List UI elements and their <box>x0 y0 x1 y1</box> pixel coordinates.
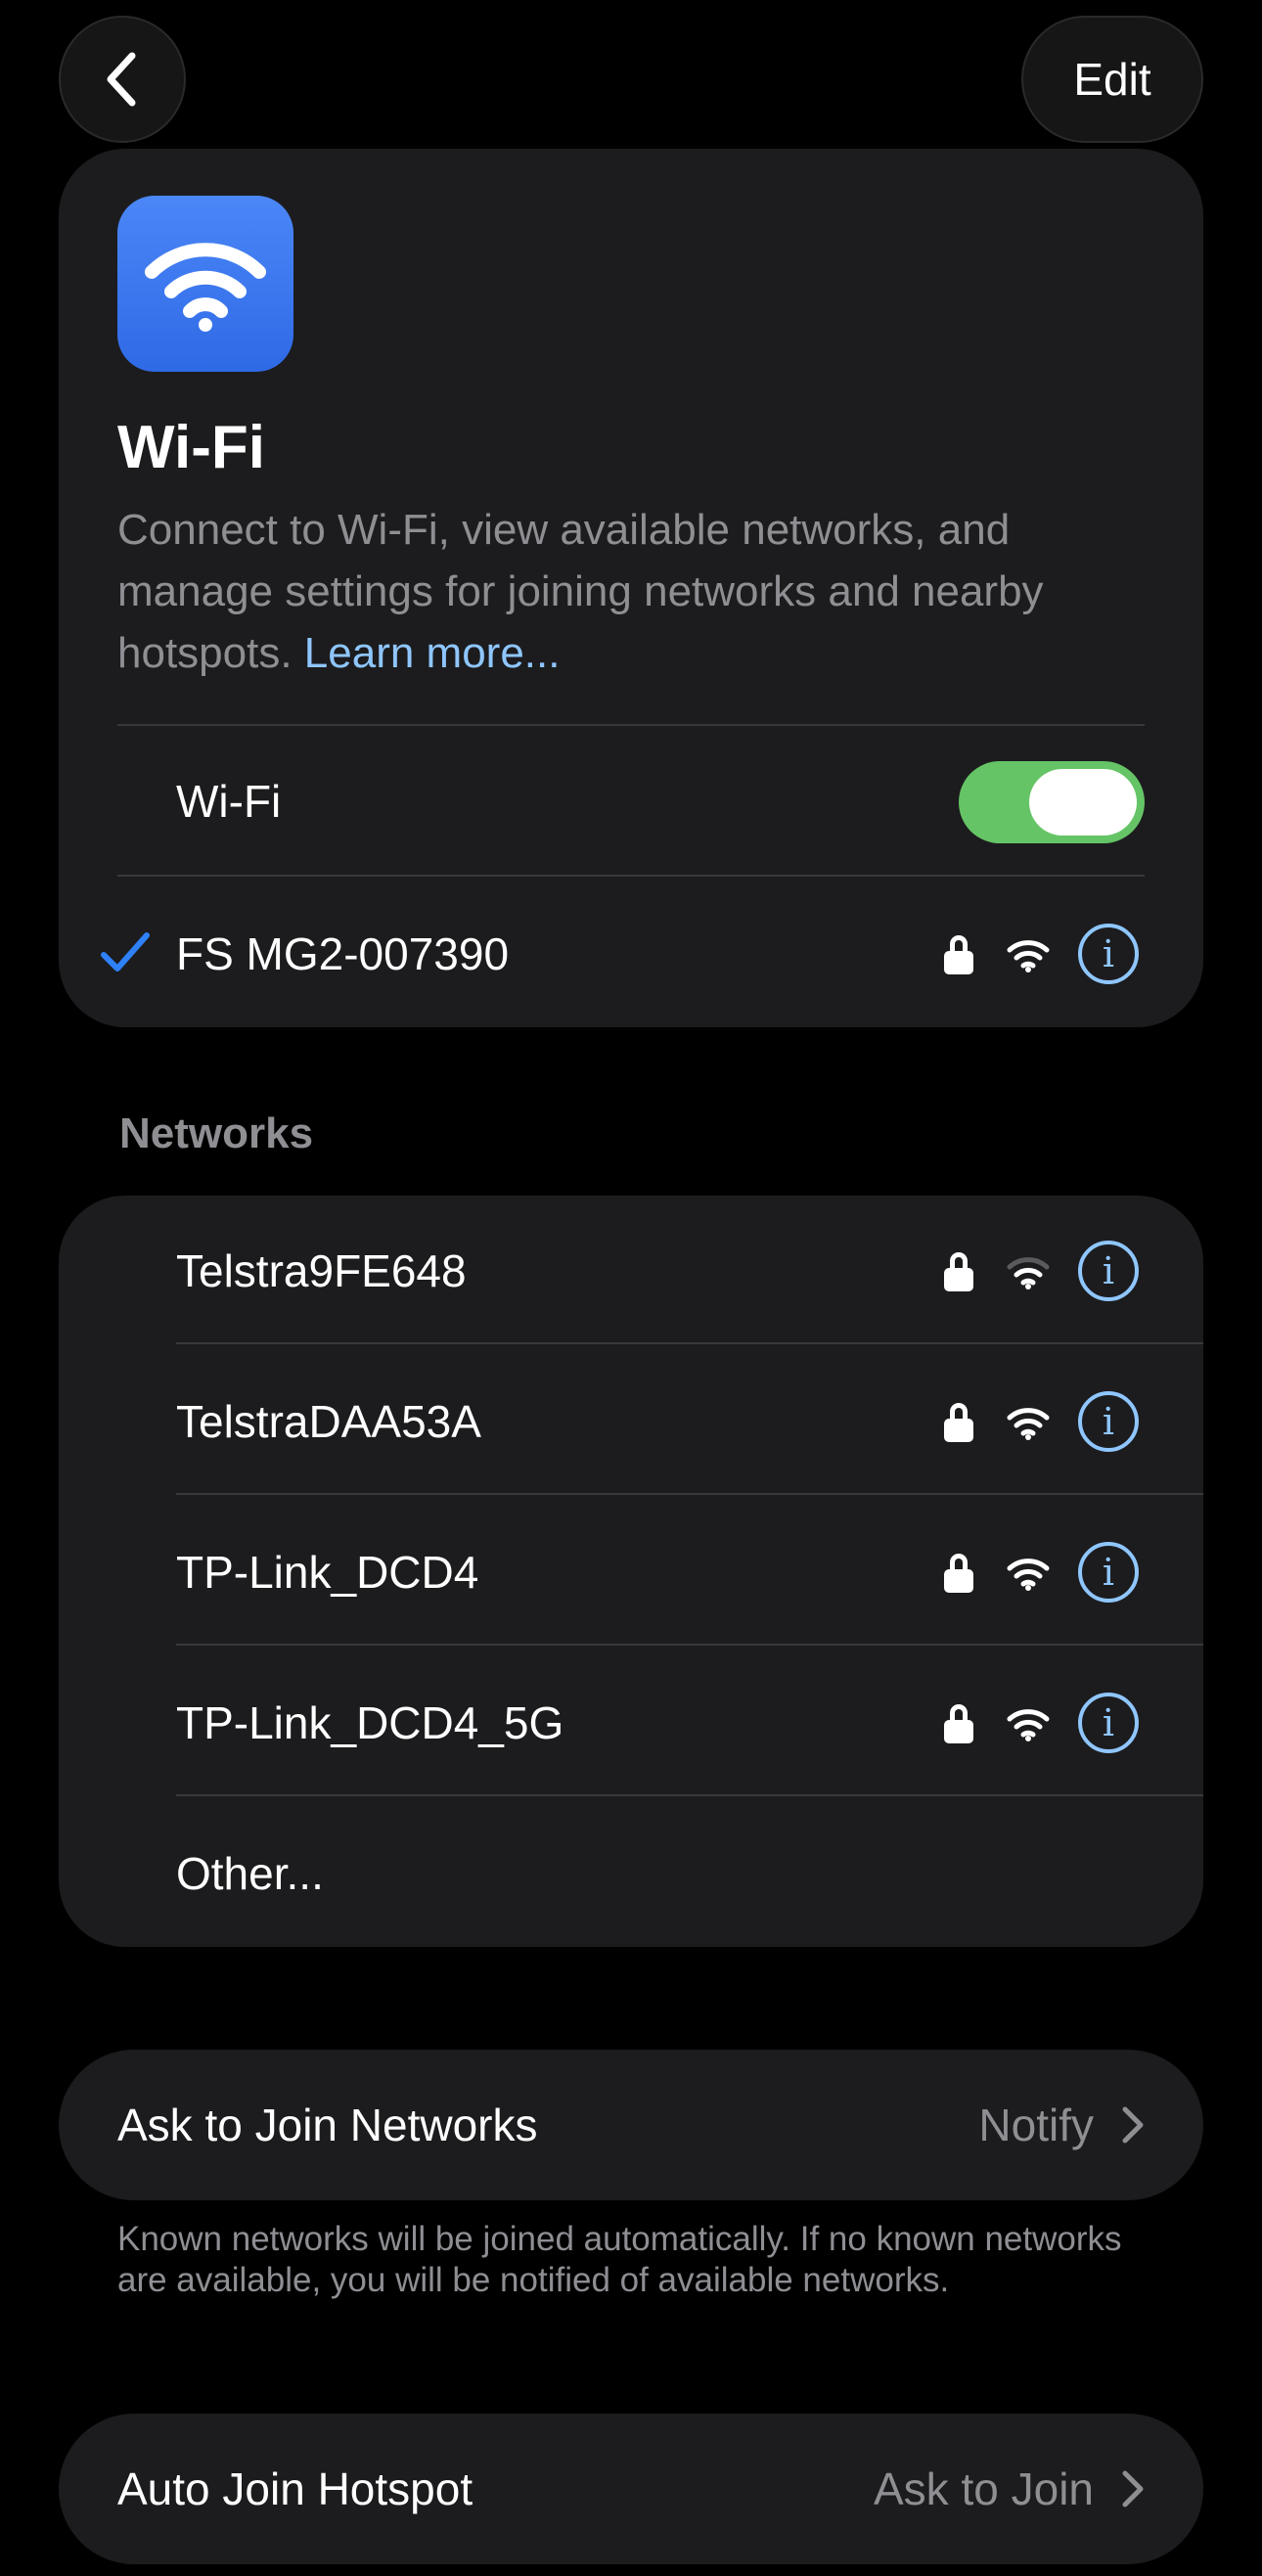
network-name[interactable]: TP-Link_DCD4_5G <box>176 1696 563 1749</box>
description-text: Connect to Wi-Fi, view available network… <box>117 506 1044 677</box>
wifi-signal-icon <box>1007 940 1050 972</box>
divider <box>176 1644 1203 1646</box>
other-network-item[interactable]: Other... <box>176 1847 324 1900</box>
ask-to-join-label: Ask to Join Networks <box>117 2100 538 2150</box>
connected-network-name[interactable]: FS MG2-007390 <box>176 927 509 980</box>
info-icon[interactable]: i <box>1078 1391 1139 1452</box>
chevron-right-icon <box>1122 2470 1144 2508</box>
page-title: Wi-Fi <box>117 414 265 481</box>
divider <box>176 1342 1203 1344</box>
back-button[interactable] <box>59 16 186 143</box>
wifi-icon <box>117 196 293 372</box>
wifi-toggle-label: Wi-Fi <box>176 776 282 827</box>
lock-icon <box>944 1252 973 1291</box>
toggle-knob <box>1029 769 1137 836</box>
network-name[interactable]: Telstra9FE648 <box>176 1244 467 1297</box>
networks-list: Telstra9FE648 i TelstraDAA53A i TP-Link_… <box>59 1196 1203 1947</box>
wifi-signal-icon <box>1007 1257 1050 1289</box>
wifi-toggle[interactable] <box>959 761 1145 843</box>
divider <box>117 724 1145 726</box>
auto-join-label: Auto Join Hotspot <box>117 2463 473 2514</box>
wifi-signal-icon <box>1007 1709 1050 1741</box>
info-icon[interactable]: i <box>1078 1241 1139 1301</box>
lock-icon <box>944 1704 973 1743</box>
auto-join-value: Ask to Join <box>874 2463 1094 2514</box>
lock-icon <box>944 1403 973 1442</box>
chevron-right-icon <box>1122 2106 1144 2144</box>
divider <box>176 1493 1203 1495</box>
wifi-settings-page: Edit Wi-Fi Connect to Wi-Fi, view availa… <box>0 0 1262 2576</box>
wifi-signal-icon <box>1007 1559 1050 1591</box>
checkmark-icon <box>101 932 150 972</box>
ask-to-join-row[interactable]: Ask to Join Networks Notify <box>59 2050 1203 2200</box>
ask-to-join-footnote: Known networks will be joined automatica… <box>117 2220 1122 2299</box>
chevron-left-icon <box>107 52 136 107</box>
info-icon[interactable]: i <box>1078 924 1139 984</box>
ask-to-join-value: Notify <box>978 2100 1094 2150</box>
divider <box>117 875 1145 877</box>
lock-icon <box>944 1554 973 1593</box>
page-description: Connect to Wi-Fi, view available network… <box>117 499 1154 684</box>
info-icon[interactable]: i <box>1078 1542 1139 1603</box>
lock-icon <box>944 935 973 974</box>
network-name[interactable]: TelstraDAA53A <box>176 1395 481 1448</box>
edit-button[interactable]: Edit <box>1021 16 1203 143</box>
divider <box>176 1794 1203 1796</box>
auto-join-hotspot-row[interactable]: Auto Join Hotspot Ask to Join <box>59 2414 1203 2564</box>
info-icon[interactable]: i <box>1078 1693 1139 1753</box>
network-name[interactable]: TP-Link_DCD4 <box>176 1546 478 1599</box>
wifi-signal-icon <box>1007 1408 1050 1440</box>
learn-more-link[interactable]: Learn more... <box>304 629 561 677</box>
wifi-hero-card: Wi-Fi Connect to Wi-Fi, view available n… <box>59 149 1203 1027</box>
networks-section-header: Networks <box>119 1109 314 1157</box>
